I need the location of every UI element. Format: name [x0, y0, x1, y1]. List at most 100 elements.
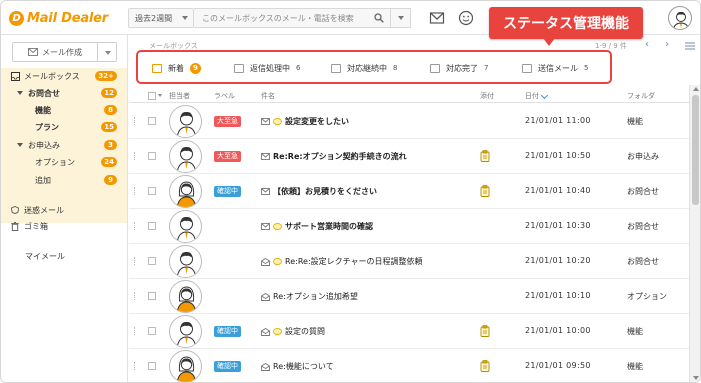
scrollbar[interactable]	[689, 85, 700, 382]
table-row[interactable]: Re:Re:設定レクチャーの日程調整依頼 21/01/01 10:20 お問合せ	[129, 244, 689, 279]
drag-handle[interactable]	[134, 257, 136, 265]
logo-text: Mail Dealer	[27, 10, 109, 26]
woman-avatar-icon	[176, 286, 197, 312]
table-row[interactable]: 確認中 Re:機能について 21/01/01 09:50 機能	[129, 349, 689, 382]
next-page-icon[interactable]: ›	[665, 39, 675, 51]
sidebar-item-trash[interactable]: ゴミ箱	[11, 219, 127, 233]
assignee-avatar[interactable]	[169, 210, 202, 243]
sidebar-item-plan[interactable]: プラン 15	[35, 120, 127, 134]
mail-icon[interactable]	[429, 10, 445, 26]
table-header: 担当者 ラベル 件名 添付 日付 フォルダ	[129, 88, 689, 103]
tab-new[interactable]: 新着 9	[152, 61, 201, 75]
assignee-avatar[interactable]	[169, 140, 202, 173]
subject-cell[interactable]: 【依頼】お見積りをください	[261, 186, 377, 197]
subject-cell[interactable]: 設定変更をしたい	[261, 116, 349, 127]
assignee-avatar[interactable]	[169, 350, 202, 382]
drag-handle[interactable]	[134, 187, 136, 195]
row-checkbox[interactable]	[148, 222, 156, 230]
chevron-down-icon[interactable]	[158, 94, 162, 97]
sidebar-item-mymail[interactable]: マイメール	[25, 249, 125, 263]
row-checkbox[interactable]	[148, 362, 156, 370]
tab-in-progress[interactable]: 対応継続中 8	[331, 61, 397, 75]
col-subject[interactable]: 件名	[261, 91, 275, 101]
row-checkbox[interactable]	[148, 117, 156, 125]
search-icon[interactable]	[374, 13, 384, 23]
scrollbar-thumb[interactable]	[692, 95, 699, 205]
drag-handle[interactable]	[134, 327, 136, 335]
subject-cell[interactable]: 設定の質問	[261, 326, 325, 337]
sidebar-item-spam[interactable]: 迷惑メール	[11, 203, 127, 217]
assignee-avatar[interactable]	[169, 315, 202, 348]
col-assignee[interactable]: 担当者	[169, 91, 190, 101]
drag-handle[interactable]	[134, 152, 136, 160]
row-checkbox[interactable]	[148, 257, 156, 265]
table-row[interactable]: サポート営業時間の確認 21/01/01 10:30 お問合せ	[129, 209, 689, 244]
sidebar-item-option[interactable]: オプション 24	[35, 155, 127, 169]
tab-count: 5	[584, 64, 589, 72]
tab-replying[interactable]: 返信処理中 6	[234, 61, 300, 75]
subject-text: Re:機能について	[273, 362, 334, 371]
scroll-up-icon[interactable]	[693, 87, 699, 91]
subject-cell[interactable]: サポート営業時間の確認	[261, 221, 373, 232]
tab-label: 対応継続中	[347, 63, 387, 73]
date-cell: 21/01/01 10:20	[525, 256, 591, 265]
tab-box-icon	[234, 63, 244, 73]
col-date[interactable]: 日付	[525, 91, 539, 101]
sidebar-item-label: プラン	[35, 122, 59, 132]
compose-button[interactable]: メール作成	[12, 42, 117, 62]
search-input[interactable]: このメールボックスのメール・電話を検索	[194, 8, 411, 28]
sort-desc-icon[interactable]	[540, 91, 549, 100]
smiley-icon[interactable]	[458, 10, 474, 26]
user-avatar[interactable]	[668, 6, 692, 30]
attachment-cell[interactable]	[480, 325, 490, 337]
drag-handle[interactable]	[134, 117, 136, 125]
list-view-icon[interactable]	[685, 42, 695, 50]
table-row[interactable]: 確認中 【依頼】お見積りをください 21/01/01 10:40 お問合せ	[129, 174, 689, 209]
compose-label-wrap[interactable]: メール作成	[13, 43, 98, 61]
subject-cell[interactable]: Re:Re:オプション契約手続きの流れ	[261, 151, 407, 162]
assignee-avatar[interactable]	[169, 175, 202, 208]
logo[interactable]: D Mail Dealer	[9, 9, 108, 27]
table-row[interactable]: 大至急 Re:Re:オプション契約手続きの流れ 21/01/01 10:50 お申込み	[129, 139, 689, 174]
compose-dropdown[interactable]	[98, 43, 116, 61]
col-folder[interactable]: フォルダ	[627, 91, 655, 101]
table-row[interactable]: 確認中 設定の質問 21/01/01 10:00 機能	[129, 314, 689, 349]
drag-handle[interactable]	[134, 292, 136, 300]
sidebar-item-mailbox[interactable]: メールボックス 32+	[11, 69, 127, 83]
period-select[interactable]: 過去2週間	[128, 8, 194, 28]
attachment-cell[interactable]	[480, 185, 490, 197]
sidebar-item-add[interactable]: 追加 9	[35, 173, 127, 187]
select-all-checkbox[interactable]	[148, 92, 156, 100]
col-label[interactable]: ラベル	[214, 91, 235, 101]
attachment-cell[interactable]	[480, 360, 490, 372]
row-checkbox[interactable]	[148, 187, 156, 195]
sidebar-item-function[interactable]: 機能 8	[35, 103, 127, 117]
label-badge: 大至急	[214, 116, 241, 127]
assignee-avatar[interactable]	[169, 245, 202, 278]
search-options-button[interactable]	[390, 8, 410, 28]
sidebar-item-application[interactable]: お申込み 3	[17, 138, 127, 152]
drag-handle[interactable]	[134, 222, 136, 230]
drag-handle[interactable]	[134, 362, 136, 370]
table-row[interactable]: Re:オプション追加希望 21/01/01 10:10 オプション	[129, 279, 689, 314]
scroll-down-icon[interactable]	[693, 376, 699, 380]
row-checkbox[interactable]	[148, 152, 156, 160]
subject-cell[interactable]: Re:Re:設定レクチャーの日程調整依頼	[261, 256, 423, 267]
row-checkbox[interactable]	[148, 292, 156, 300]
sidebar-item-inquiry[interactable]: お問合せ 12	[17, 86, 127, 100]
row-checkbox[interactable]	[148, 327, 156, 335]
subject-cell[interactable]: Re:機能について	[261, 361, 334, 372]
tab-sent[interactable]: 送信メール 5	[522, 61, 588, 75]
col-attach[interactable]: 添付	[480, 91, 494, 101]
tab-completed[interactable]: 対応完了 7	[430, 61, 488, 75]
assignee-avatar[interactable]	[169, 280, 202, 313]
date-cell: 21/01/01 10:40	[525, 186, 591, 195]
mail-open-icon	[261, 327, 270, 336]
assignee-avatar[interactable]	[169, 105, 202, 138]
attachment-cell[interactable]	[480, 150, 490, 162]
date-cell: 21/01/01 09:50	[525, 361, 591, 370]
subject-cell[interactable]: Re:オプション追加希望	[261, 291, 358, 302]
comment-icon	[273, 327, 282, 336]
prev-page-icon[interactable]: ‹	[645, 39, 655, 51]
table-row[interactable]: 大至急 設定変更をしたい 21/01/01 11:00 機能	[129, 104, 689, 139]
